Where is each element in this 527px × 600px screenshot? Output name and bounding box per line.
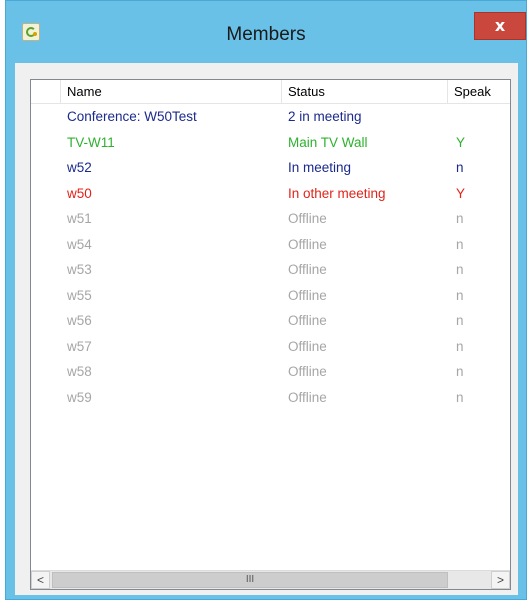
members-list[interactable]: Name Status Speak Conference: W50Test 2 … (30, 79, 511, 590)
member-status: Offline (288, 262, 327, 277)
scroll-thumb[interactable]: III (52, 572, 448, 588)
title-bar[interactable]: Members x (6, 1, 526, 63)
member-status: Main TV Wall (288, 134, 368, 150)
scroll-left-icon[interactable]: < (31, 571, 50, 589)
table-row[interactable]: w52 In meeting n (31, 156, 510, 182)
list-header: Name Status Speak (31, 80, 510, 104)
member-name: w53 (67, 262, 92, 277)
member-name: TV-W11 (67, 134, 115, 150)
table-row[interactable]: w59 Offline n (31, 386, 510, 412)
table-row[interactable]: w54 Offline n (31, 233, 510, 259)
member-speak: n (456, 236, 464, 252)
table-row[interactable]: w51 Offline n (31, 207, 510, 233)
member-speak: Y (456, 185, 466, 201)
member-speak: n (456, 364, 464, 379)
horizontal-scrollbar[interactable]: < III > (31, 570, 510, 589)
member-speak: n (456, 211, 464, 226)
member-name: w52 (67, 160, 92, 175)
member-speak (456, 105, 496, 131)
members-window: Members x Name Status Speak Conference: … (5, 0, 527, 600)
member-name: w57 (67, 338, 92, 354)
member-name: w51 (67, 211, 92, 226)
scroll-right-icon[interactable]: > (491, 571, 510, 589)
close-button[interactable]: x (474, 12, 526, 40)
member-status: Offline (288, 313, 327, 328)
member-name: w58 (67, 364, 92, 379)
member-status: Offline (288, 338, 327, 354)
table-row[interactable]: w57 Offline n (31, 335, 510, 361)
member-name: w50 (67, 185, 92, 201)
table-row[interactable]: TV-W11 Main TV Wall Y (31, 131, 510, 157)
member-status: In meeting (288, 160, 352, 175)
member-speak: n (456, 389, 464, 405)
member-speak: n (456, 287, 464, 303)
table-row[interactable]: Conference: W50Test 2 in meeting (31, 105, 510, 131)
member-speak: n (456, 160, 464, 175)
column-header-status[interactable]: Status (282, 80, 448, 104)
member-speak: n (456, 338, 464, 354)
column-header-speak[interactable]: Speak (448, 80, 510, 104)
member-status: In other meeting (288, 185, 386, 201)
member-speak: n (456, 262, 464, 277)
table-row[interactable]: w53 Offline n (31, 258, 510, 284)
member-status: 2 in meeting (288, 109, 362, 124)
window-title: Members (226, 24, 306, 45)
member-name: Conference: W50Test (67, 109, 197, 124)
table-row[interactable]: w50 In other meeting Y (31, 182, 510, 208)
member-name: w59 (67, 389, 92, 405)
member-status: Offline (288, 287, 327, 303)
member-status: Offline (288, 236, 327, 252)
member-speak: n (456, 313, 464, 328)
member-status: Offline (288, 364, 327, 379)
column-header-name[interactable]: Name (61, 80, 282, 104)
table-row[interactable]: w55 Offline n (31, 284, 510, 310)
window-client-area: Name Status Speak Conference: W50Test 2 … (15, 63, 518, 595)
table-row[interactable]: w56 Offline n (31, 309, 510, 335)
member-name: w55 (67, 287, 92, 303)
list-rows: Conference: W50Test 2 in meeting TV-W11 … (31, 105, 510, 411)
member-status: Offline (288, 389, 327, 405)
member-status: Offline (288, 211, 327, 226)
member-name: w54 (67, 236, 92, 252)
table-row[interactable]: w58 Offline n (31, 360, 510, 386)
member-speak: Y (456, 134, 466, 150)
column-header-select[interactable] (31, 80, 61, 104)
member-name: w56 (67, 313, 92, 328)
